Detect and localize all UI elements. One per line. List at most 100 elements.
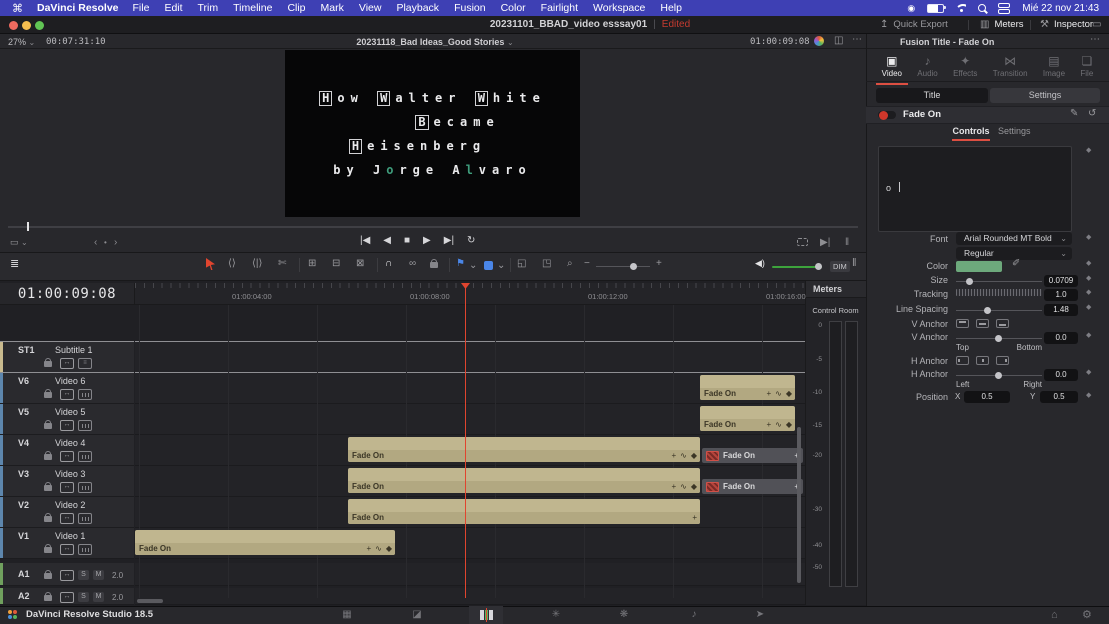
vertical-scrollbar[interactable] <box>797 427 801 583</box>
auto-select-icon[interactable]: ↔ <box>60 592 74 603</box>
horizontal-scrollbar[interactable] <box>137 599 163 603</box>
film-icon[interactable] <box>78 544 92 555</box>
tracking-value[interactable]: 1.0 <box>1044 289 1078 301</box>
curve-icon[interactable]: ∿ <box>680 482 687 492</box>
loop-button[interactable]: ↻ <box>467 235 475 246</box>
overwrite-clip-icon[interactable]: ⊟ <box>332 258 340 269</box>
timeline-clip[interactable]: Fade On+ <box>348 499 700 524</box>
flag-icon[interactable]: ⚑ <box>456 258 465 269</box>
match-frame-icon[interactable] <box>797 238 808 246</box>
snapping-magnet-icon[interactable]: ∩ <box>385 258 392 269</box>
menu-timeline[interactable]: Timeline <box>233 2 272 14</box>
lock-icon[interactable] <box>44 485 52 491</box>
menu-mark[interactable]: Mark <box>321 2 344 14</box>
menu-edit[interactable]: Edit <box>164 2 182 14</box>
keyframe-button[interactable]: ◆ <box>1086 147 1091 155</box>
keyframe-button[interactable]: ◆ <box>1086 289 1091 297</box>
settings-mode-button[interactable]: Settings <box>990 88 1100 103</box>
tab-image[interactable]: ▤Image <box>1043 55 1065 78</box>
transform-icon[interactable]: + <box>671 451 676 461</box>
play-reverse-button[interactable]: ◀ <box>383 235 391 246</box>
v-anchor-bottom-button[interactable] <box>996 319 1009 328</box>
close-window-button[interactable] <box>9 21 18 30</box>
lock-icon[interactable] <box>44 392 52 398</box>
timeline-clip[interactable]: Fade On+∿◆ <box>348 468 700 493</box>
v-anchor-value[interactable]: 0.0 <box>1044 332 1078 344</box>
menu-fusion[interactable]: Fusion <box>454 2 486 14</box>
screen-record-icon[interactable]: ◉ <box>907 3 915 14</box>
film-icon[interactable] <box>78 513 92 524</box>
viewer-mode-dropdown[interactable]: ▭ ⌄ <box>10 237 28 248</box>
solo-button[interactable]: S <box>78 570 89 580</box>
inspector-options-icon[interactable]: ⋯ <box>1090 34 1100 45</box>
timeline-view-options-icon[interactable]: ≣ <box>10 257 19 270</box>
transform-icon[interactable]: + <box>671 482 676 492</box>
curve-icon[interactable]: ∿ <box>680 451 687 461</box>
control-center-icon[interactable] <box>998 3 1010 14</box>
track-header-st1[interactable]: ST1Subtitle 1↔≡ <box>0 341 134 373</box>
blade-edit-mode-icon[interactable]: ✄ <box>278 258 286 269</box>
tab-file[interactable]: ❏File <box>1080 55 1093 78</box>
line-spacing-slider[interactable] <box>956 310 1042 311</box>
position-y-value[interactable]: 0.5 <box>1040 391 1078 403</box>
lock-icon[interactable] <box>44 516 52 522</box>
page-deliver[interactable]: ➤ <box>743 606 777 624</box>
size-slider-knob[interactable] <box>966 278 973 285</box>
auto-select-icon[interactable]: ↔ <box>60 544 74 555</box>
title-mode-button[interactable]: Title <box>876 88 988 103</box>
lock-icon[interactable] <box>44 573 52 579</box>
mute-button[interactable]: M <box>93 570 104 580</box>
goto-start-button[interactable]: |◀ <box>360 235 370 246</box>
tracking-slider[interactable] <box>956 289 1042 296</box>
track-lane-a1[interactable] <box>135 563 805 586</box>
timeline-zoom-slider-knob[interactable] <box>630 263 637 270</box>
meters-button[interactable]: ▥ Meters <box>980 19 1024 30</box>
keyframe-button[interactable]: ◆ <box>1086 275 1091 283</box>
insert-clip-icon[interactable]: ⊞ <box>308 258 316 269</box>
zoom-out-icon[interactable]: − <box>584 258 590 269</box>
line-spacing-slider-knob[interactable] <box>984 307 991 314</box>
mute-button[interactable]: M <box>93 592 104 602</box>
zoom-in-icon[interactable]: + <box>656 258 662 269</box>
lock-icon[interactable] <box>44 547 52 553</box>
play-button[interactable]: ▶ <box>423 235 431 246</box>
timeline-clip-fusion[interactable]: Fade On+ <box>702 479 803 494</box>
timeline-clip[interactable]: Fade On+∿◆ <box>700 375 795 400</box>
project-settings-gear-icon[interactable]: ⚙ <box>1082 610 1092 620</box>
v-anchor-slider-knob[interactable] <box>995 335 1002 342</box>
link-clips-icon[interactable]: ∞ <box>409 258 416 269</box>
reset-controls-icon[interactable]: ↺ <box>1088 108 1096 119</box>
line-spacing-value[interactable]: 1.48 <box>1044 304 1078 316</box>
color-swatch[interactable] <box>956 261 1002 272</box>
keyframe-button[interactable]: ◆ <box>1086 369 1091 377</box>
size-value[interactable]: 0.0709 <box>1044 275 1078 287</box>
timeline-clip[interactable]: Fade On+∿◆ <box>135 530 395 555</box>
video-preview[interactable]: How Walter WhiteBecameHeisenbergby Jorge… <box>285 50 580 217</box>
viewer-zoom-select[interactable]: 27% ⌄ <box>8 37 35 47</box>
timeline-zoom-slider[interactable] <box>596 266 650 267</box>
keyframe-icon[interactable]: ◆ <box>691 451 697 461</box>
menu-workspace[interactable]: Workspace <box>593 2 645 14</box>
auto-select-icon[interactable]: ↔ <box>60 482 74 493</box>
page-edit[interactable] <box>469 606 503 624</box>
page-media[interactable]: ▦ <box>330 606 364 624</box>
keyframe-button[interactable]: ◆ <box>1086 234 1091 242</box>
track-lane-a2[interactable] <box>135 588 805 605</box>
page-cut[interactable]: ◪ <box>400 606 434 624</box>
track-header-v2[interactable]: V2Video 2↔ <box>0 497 134 528</box>
position-x-value[interactable]: 0.5 <box>964 391 1010 403</box>
keyframe-button[interactable]: ◆ <box>1086 260 1091 268</box>
minimize-window-button[interactable] <box>22 21 31 30</box>
trim-edit-mode-icon[interactable]: ⟨⟩ <box>228 258 236 269</box>
lock-icon[interactable] <box>44 361 52 367</box>
menu-color[interactable]: Color <box>501 2 526 14</box>
h-anchor-left-button[interactable] <box>956 356 969 365</box>
auto-select-icon[interactable]: ↔ <box>60 513 74 524</box>
next-clip-icon[interactable]: › <box>114 237 117 248</box>
keyframe-icon[interactable]: ◆ <box>691 482 697 492</box>
menu-clip[interactable]: Clip <box>287 2 305 14</box>
subtitle-icon[interactable]: ≡ <box>78 358 92 369</box>
v-anchor-middle-button[interactable] <box>976 319 989 328</box>
tab-effects[interactable]: ✦Effects <box>953 55 977 78</box>
track-header-v3[interactable]: V3Video 3↔ <box>0 466 134 497</box>
